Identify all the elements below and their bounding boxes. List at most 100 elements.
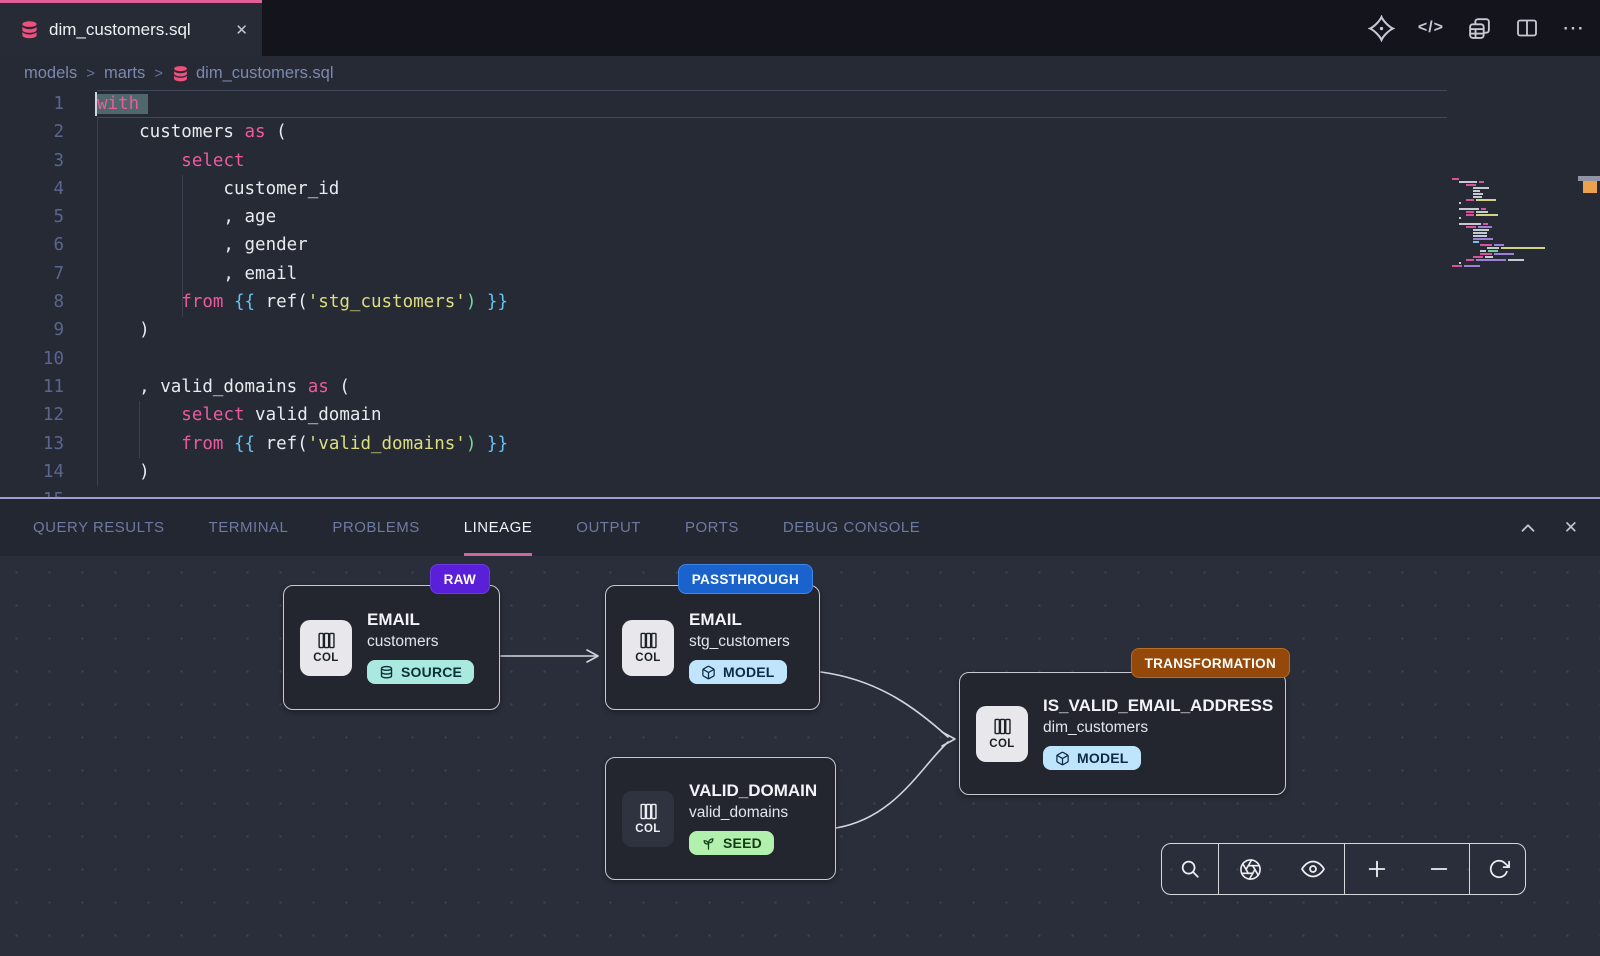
code-token	[223, 292, 234, 312]
zoom-in-button[interactable]	[1345, 844, 1408, 894]
code-line[interactable]: 15	[0, 486, 1450, 497]
zoom-out-button[interactable]	[1408, 844, 1470, 894]
tab-debug-console[interactable]: DEBUG CONSOLE	[783, 499, 920, 556]
visibility-button[interactable]	[1282, 844, 1345, 894]
tab-query-results[interactable]: QUERY RESULTS	[33, 499, 165, 556]
lineage-node-stg-customers[interactable]: PASSTHROUGH COL EMAIL stg_customers MODE…	[605, 585, 820, 710]
breadcrumb-marts[interactable]: marts	[104, 64, 145, 83]
code-token	[97, 434, 181, 454]
code-line[interactable]: 4 customer_id	[0, 175, 1450, 203]
breadcrumb-models[interactable]: models	[24, 64, 77, 83]
tab-ports[interactable]: PORTS	[685, 499, 739, 556]
tab-output[interactable]: OUTPUT	[576, 499, 641, 556]
minimap-line	[1479, 181, 1484, 183]
node-column-name: EMAIL	[367, 610, 474, 630]
refresh-button[interactable]	[1470, 844, 1527, 894]
minimap-line	[1466, 184, 1476, 186]
lineage-node-valid-domains[interactable]: COL VALID_DOMAIN valid_domains SEED	[605, 757, 836, 880]
minimap-line	[1466, 259, 1474, 261]
code-line[interactable]: 14 )	[0, 458, 1450, 486]
cube-icon	[701, 665, 716, 680]
line-number: 13	[0, 430, 64, 458]
code-token	[476, 434, 487, 454]
lens-button[interactable]	[1219, 844, 1282, 894]
code-text: from {{ ref('valid_domains') }}	[64, 430, 508, 458]
node-column-name: IS_VALID_EMAIL_ADDRESS	[1043, 696, 1273, 716]
dbt-logo-icon[interactable]	[1368, 15, 1395, 42]
code-token: with	[97, 94, 148, 114]
code-editor[interactable]: 1with2 customers as (3 select4 customer_…	[0, 90, 1600, 497]
search-icon	[1179, 858, 1201, 880]
column-chip: COL	[300, 620, 352, 676]
minimap-line	[1466, 214, 1474, 216]
code-line[interactable]: 2 customers as (	[0, 118, 1450, 146]
tab-close-icon[interactable]: ✕	[235, 21, 248, 39]
code-line[interactable]: 9 )	[0, 316, 1450, 344]
column-chip: COL	[622, 791, 674, 847]
code-line[interactable]: 13 from {{ ref('valid_domains') }}	[0, 430, 1450, 458]
line-number: 7	[0, 260, 64, 288]
column-chip: COL	[976, 706, 1028, 762]
lineage-node-customers[interactable]: RAW COL EMAIL customers SOURCE	[283, 585, 500, 710]
code-text: with	[64, 90, 148, 118]
code-token	[97, 405, 181, 425]
code-text	[64, 486, 97, 497]
minimap-line	[1459, 181, 1477, 183]
minimap-line	[1473, 256, 1483, 258]
code-token: customers	[97, 122, 245, 142]
code-line[interactable]: 8 from {{ ref('stg_customers') }}	[0, 288, 1450, 316]
minimap-line	[1459, 262, 1461, 264]
minimap-marker	[1583, 181, 1597, 193]
lineage-node-dim-customers[interactable]: TRANSFORMATION COL IS_VALID_EMAIL_ADDRES…	[959, 672, 1286, 795]
code-icon[interactable]: </>	[1418, 19, 1444, 37]
code-token: (	[266, 122, 287, 142]
transformation-badge: TRANSFORMATION	[1131, 648, 1290, 678]
code-token: ref(	[255, 292, 308, 312]
code-token: 'valid_domains'	[308, 434, 466, 454]
code-token: (	[329, 377, 350, 397]
code-line[interactable]: 3 select	[0, 147, 1450, 175]
minimap-line	[1480, 244, 1492, 246]
close-icon[interactable]: ✕	[1564, 518, 1578, 538]
code-token: valid_domain	[245, 405, 382, 425]
chevron-up-icon[interactable]	[1518, 518, 1538, 538]
lineage-canvas[interactable]: RAW COL EMAIL customers SOURCE PASSTHROU…	[0, 556, 1600, 956]
code-line[interactable]: 7 , email	[0, 260, 1450, 288]
copy-table-icon[interactable]	[1467, 16, 1492, 41]
model-badge: MODEL	[1043, 746, 1141, 770]
code-text: )	[64, 316, 150, 344]
code-token: )	[466, 292, 477, 312]
code-token	[223, 434, 234, 454]
code-line[interactable]: 6 , gender	[0, 231, 1450, 259]
line-number: 8	[0, 288, 64, 316]
code-line[interactable]: 12 select valid_domain	[0, 401, 1450, 429]
code-line[interactable]: 1with	[0, 90, 1450, 118]
minimap[interactable]	[1452, 178, 1582, 288]
split-editor-icon[interactable]	[1515, 16, 1539, 40]
node-model-name: dim_customers	[1043, 719, 1273, 737]
tab-problems[interactable]: PROBLEMS	[332, 499, 419, 556]
code-line[interactable]: 5 , age	[0, 203, 1450, 231]
tab-lineage[interactable]: LINEAGE	[464, 499, 533, 556]
code-text: from {{ ref('stg_customers') }}	[64, 288, 508, 316]
node-model-name: valid_domains	[689, 804, 817, 822]
line-number: 14	[0, 458, 64, 486]
code-token: from	[181, 292, 223, 312]
code-line[interactable]: 10	[0, 345, 1450, 373]
code-token: as	[245, 122, 266, 142]
text-cursor	[95, 92, 97, 116]
node-model-name: customers	[367, 633, 474, 651]
code-token: }}	[487, 292, 508, 312]
minimap-line	[1501, 247, 1545, 249]
code-token: ref(	[255, 434, 308, 454]
code-token: from	[181, 434, 223, 454]
code-line[interactable]: 11 , valid_domains as (	[0, 373, 1450, 401]
search-button[interactable]	[1162, 844, 1219, 894]
minimap-line	[1473, 196, 1482, 198]
lineage-toolbar	[1161, 843, 1526, 895]
tab-terminal[interactable]: TERMINAL	[209, 499, 289, 556]
tab-dim-customers-sql[interactable]: dim_customers.sql ✕	[0, 0, 262, 56]
minimap-line	[1483, 223, 1488, 225]
code-text: customers as (	[64, 118, 287, 146]
breadcrumb-file[interactable]: dim_customers.sql	[172, 64, 334, 83]
